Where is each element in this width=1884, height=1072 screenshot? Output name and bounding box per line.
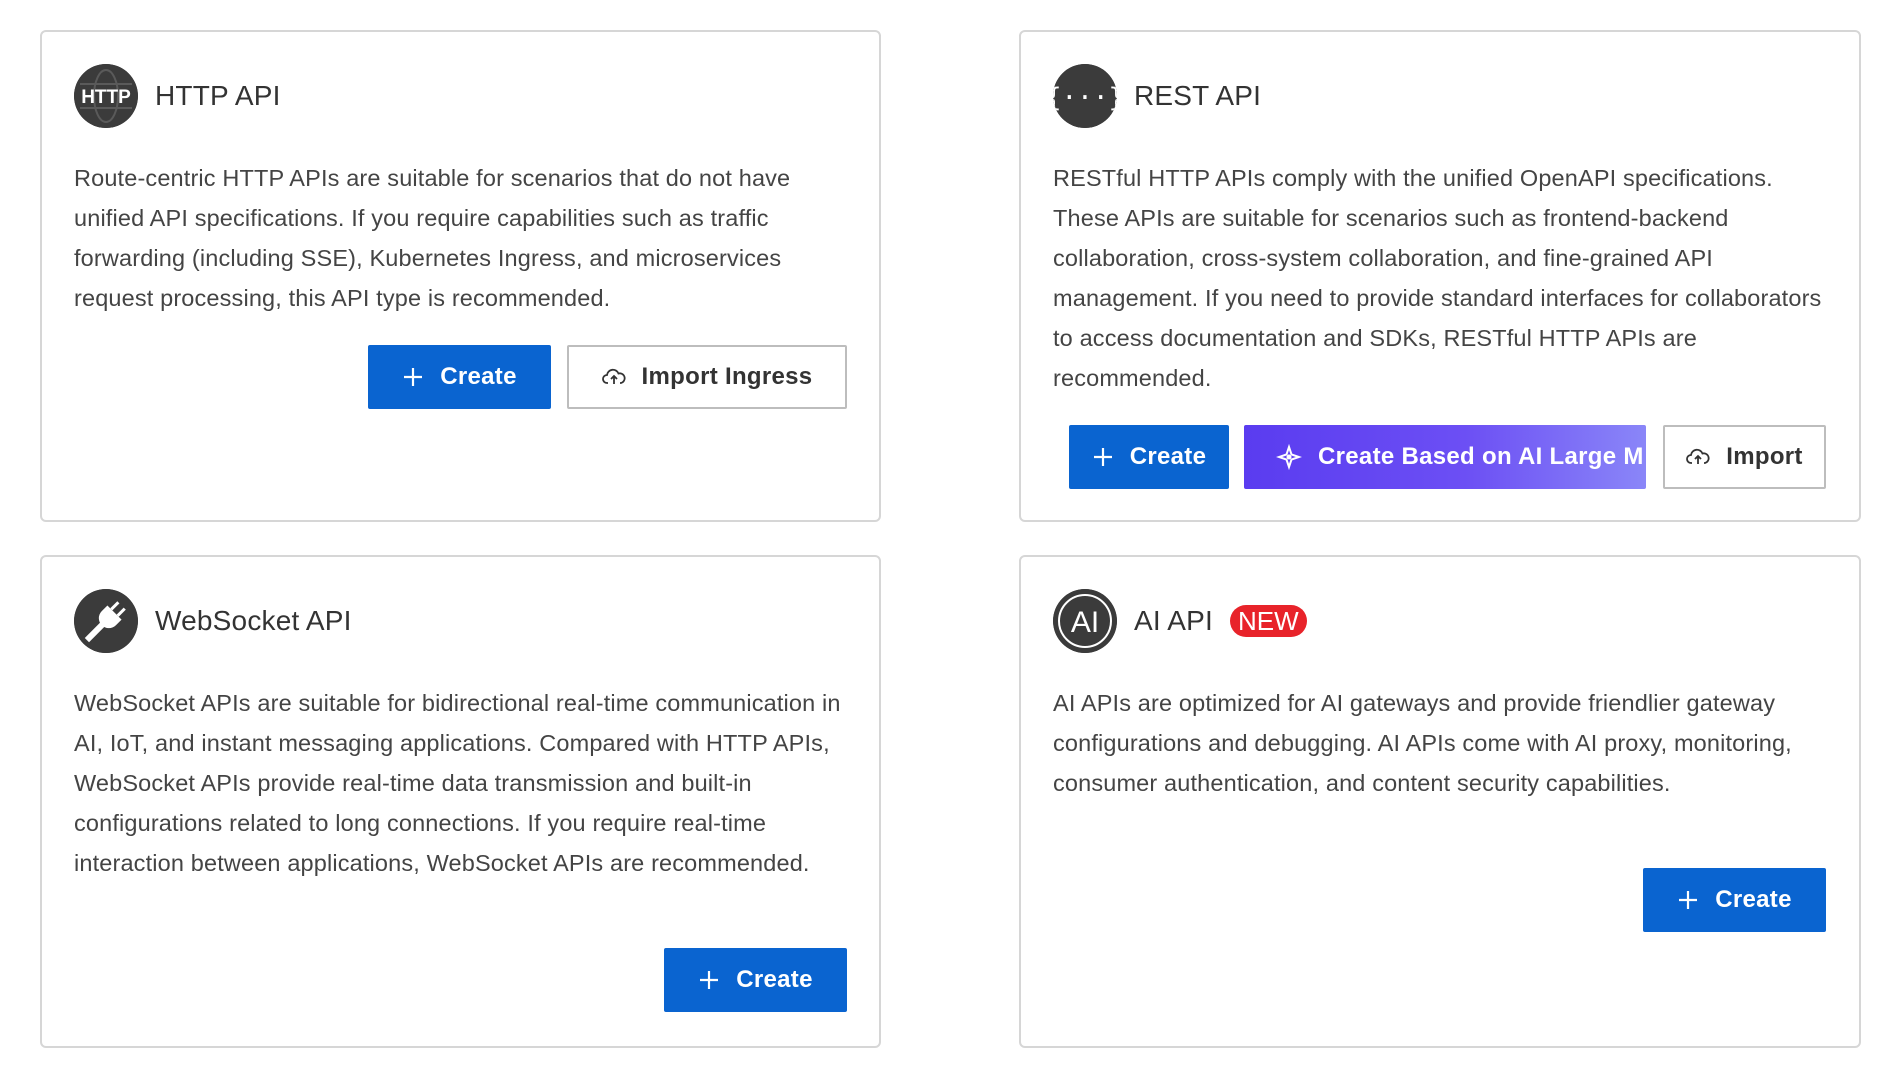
plus-icon: [1677, 889, 1699, 911]
globe-http-icon: HTTP: [74, 64, 138, 128]
import-ingress-button[interactable]: Import Ingress: [567, 345, 847, 409]
rest-api-header: {···} REST API: [1053, 64, 1261, 128]
create-button[interactable]: Create: [1069, 425, 1229, 489]
plus-icon: [698, 969, 720, 991]
card-description: AI APIs are optimized for AI gateways an…: [1053, 690, 1792, 796]
card-description: Route-centric HTTP APIs are suitable for…: [74, 165, 791, 311]
cloud-upload-icon: [1686, 447, 1710, 467]
ai-api-header: AI AI API NEW: [1053, 589, 1307, 653]
http-api-card: HTTP HTTP API Route-centric HTTP APIs ar…: [40, 30, 881, 522]
rest-api-card: {···} REST API RESTful HTTP APIs comply …: [1019, 30, 1861, 522]
card-title: AI API: [1134, 605, 1214, 636]
ai-api-card: AI AI API NEW AI APIs are optimized for …: [1019, 555, 1861, 1048]
card-title: WebSocket API: [155, 605, 352, 636]
card-title: HTTP API: [155, 80, 281, 111]
svg-text:AI: AI: [1071, 606, 1099, 639]
websocket-api-header: WebSocket API: [74, 589, 352, 653]
create-button[interactable]: Create: [1643, 868, 1826, 932]
http-api-header: HTTP HTTP API: [74, 64, 281, 128]
ai-circle-icon: AI: [1053, 589, 1117, 653]
plus-icon: [402, 366, 424, 388]
plug-icon: [74, 589, 138, 653]
card-description: WebSocket APIs are suitable for bidirect…: [74, 690, 841, 876]
svg-text:HTTP: HTTP: [81, 87, 131, 108]
new-badge: NEW: [1230, 605, 1307, 637]
curly-braces-icon: {···}: [1053, 64, 1117, 128]
plus-icon: [1092, 446, 1114, 468]
create-based-on-ai-button[interactable]: Create Based on AI Large M: [1244, 425, 1646, 489]
create-button[interactable]: Create: [368, 345, 551, 409]
cloud-upload-icon: [601, 367, 626, 387]
create-button[interactable]: Create: [664, 948, 847, 1012]
import-button[interactable]: Import: [1663, 425, 1826, 489]
card-description: RESTful HTTP APIs comply with the unifie…: [1053, 165, 1822, 391]
card-title: REST API: [1134, 80, 1262, 111]
ai-spark-icon: [1276, 444, 1302, 470]
svg-text:{···}: {···}: [1053, 83, 1117, 113]
websocket-api-card: WebSocket API WebSocket APIs are suitabl…: [40, 555, 881, 1048]
